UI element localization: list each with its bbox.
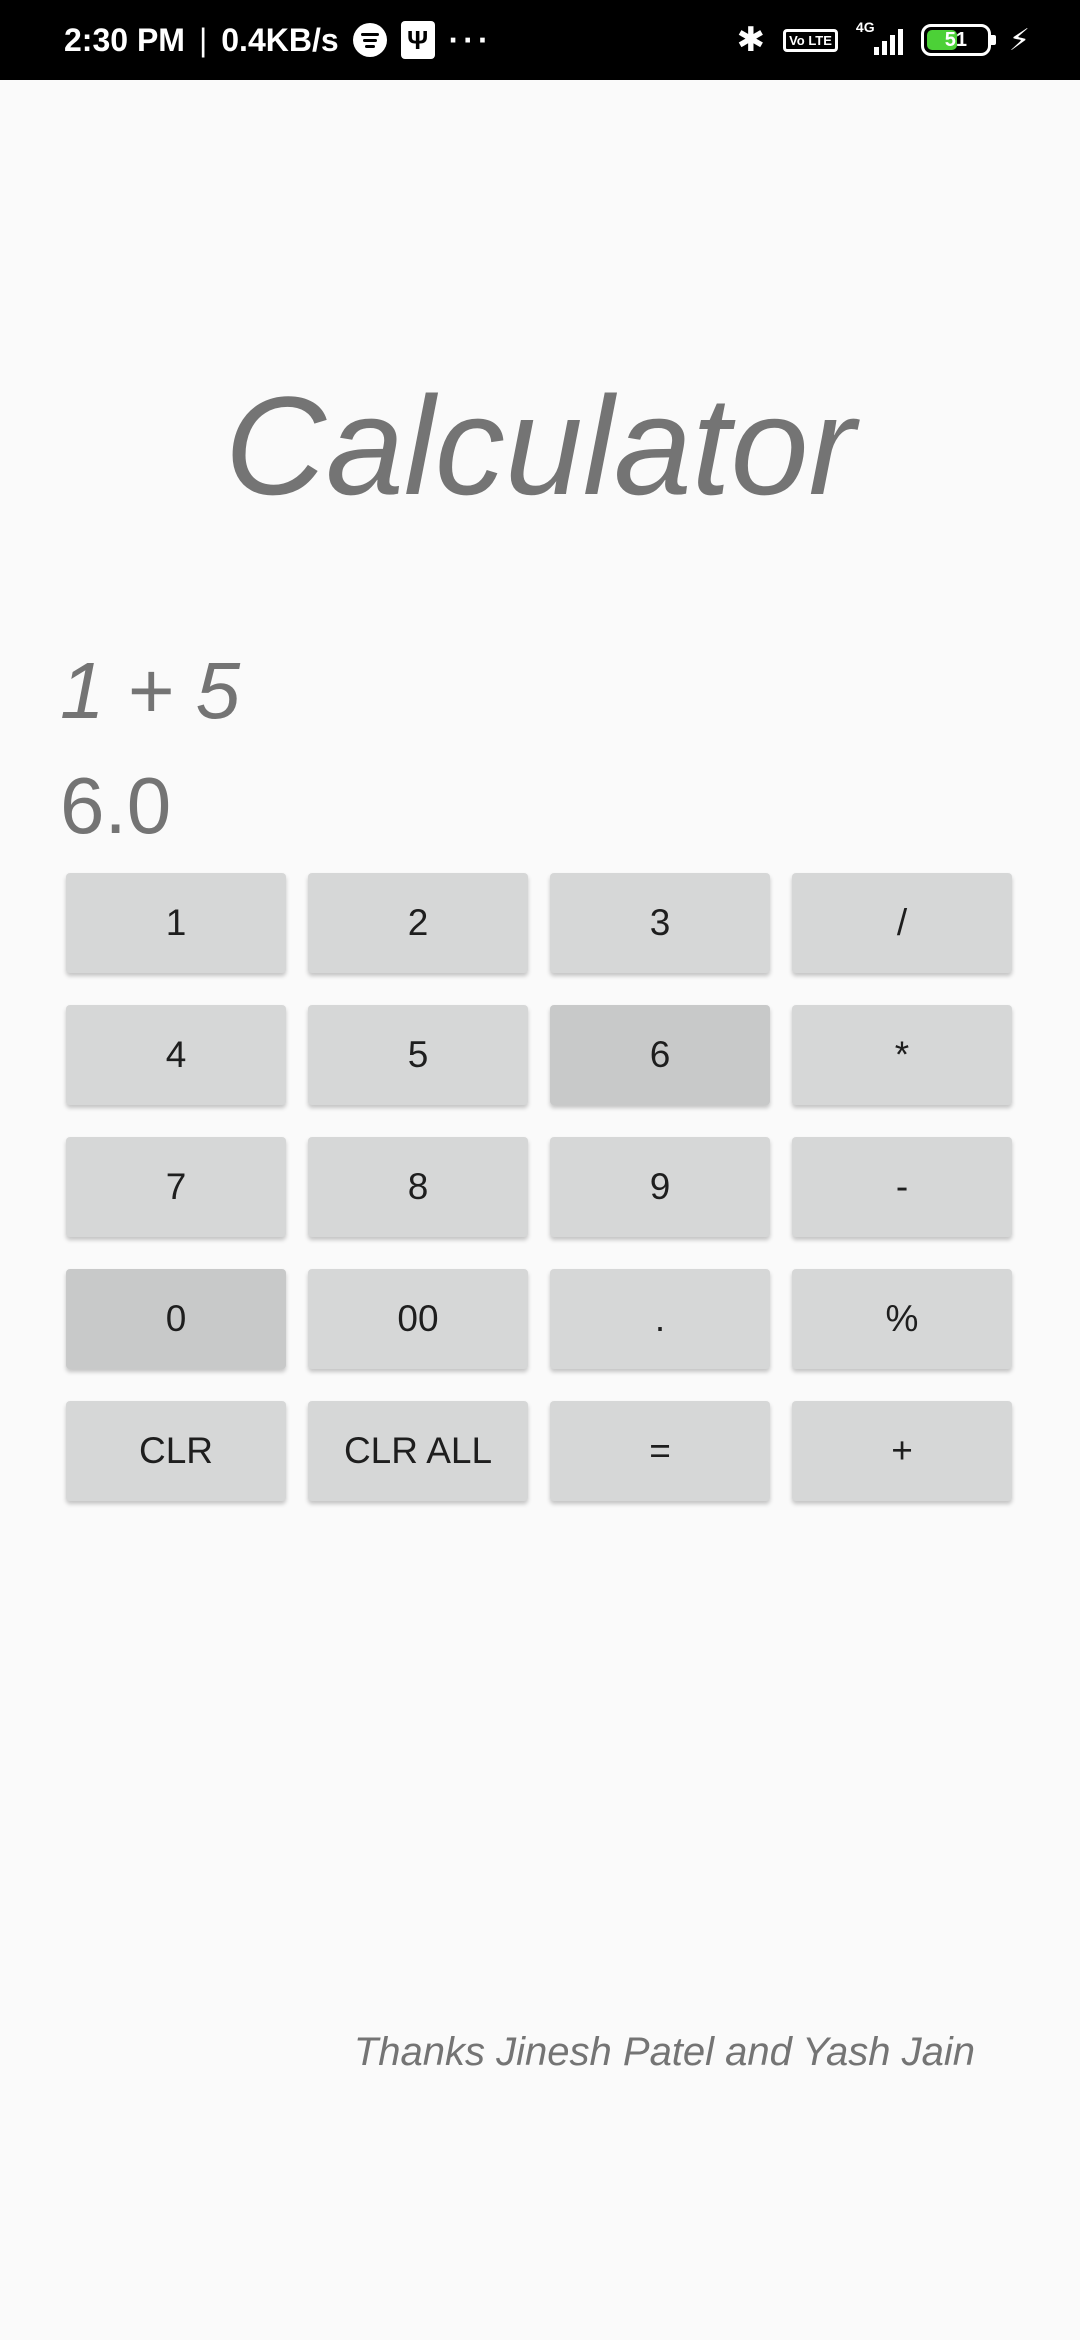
keypad: 1 2 3/ 4 5 6 * 7 8 9- 0 00.% CLR CLR ALL = + <box>66 873 1012 1501</box>
key-clear-all-button[interactable]: CLR ALL <box>308 1401 528 1501</box>
more-notifications-icon: ··· <box>448 21 493 58</box>
battery-icon: 51 <box>920 24 996 56</box>
network-type: 4G <box>855 19 875 35</box>
key-add-button[interactable]: + <box>792 1401 1012 1501</box>
key-equals-button[interactable]: = <box>550 1401 770 1501</box>
signal-icon: 4G <box>856 19 903 55</box>
status-right: ✱ Vo LTE 4G 51 ⚡ <box>736 19 1030 60</box>
credits-text: Thanks Jinesh Patel and Yash Jain <box>353 2030 975 2074</box>
status-left: 2:30 PM | 0.4KB/s Ψ ··· <box>64 21 493 59</box>
key-3-button[interactable]: 3 <box>550 873 770 973</box>
key-subtract-button[interactable]: - <box>792 1137 1012 1237</box>
charging-icon: ⚡ <box>1008 23 1030 57</box>
expression-display: 1 + 5 <box>60 646 241 735</box>
key-4-button[interactable]: 4 <box>66 1005 286 1105</box>
key-percent-button[interactable]: % <box>792 1269 1012 1369</box>
clock: 2:30 PM <box>64 21 185 58</box>
key-5-button[interactable]: 5 <box>308 1005 528 1105</box>
usb-icon: Ψ <box>400 21 435 59</box>
status-bar: 2:30 PM | 0.4KB/s Ψ ··· ✱ Vo LTE 4G 51 ⚡ <box>0 0 1080 80</box>
page-title: Calculator <box>224 367 856 524</box>
network-speed: 0.4KB/s <box>221 21 339 58</box>
status-separator: | <box>198 21 208 58</box>
key-clear-button[interactable]: CLR <box>66 1401 286 1501</box>
key-2-button[interactable]: 2 <box>308 873 528 973</box>
key-multiply-button[interactable]: * <box>792 1005 1012 1105</box>
volte-icon: Vo LTE <box>783 28 838 52</box>
bluetooth-icon: ✱ <box>736 21 766 59</box>
key-decimal-button[interactable]: . <box>550 1269 770 1369</box>
key-7-button[interactable]: 7 <box>66 1137 286 1237</box>
battery-level: 51 <box>944 28 968 51</box>
key-8-button[interactable]: 8 <box>308 1137 528 1237</box>
key-divide-button[interactable]: / <box>792 873 1012 973</box>
key-1-button[interactable]: 1 <box>66 873 286 973</box>
key-0-button[interactable]: 0 <box>66 1269 286 1369</box>
key-6-button[interactable]: 6 <box>550 1005 770 1105</box>
result-display: 6.0 <box>60 761 172 850</box>
spotify-icon <box>352 23 387 57</box>
key-9-button[interactable]: 9 <box>550 1137 770 1237</box>
key-00-button[interactable]: 00 <box>308 1269 528 1369</box>
